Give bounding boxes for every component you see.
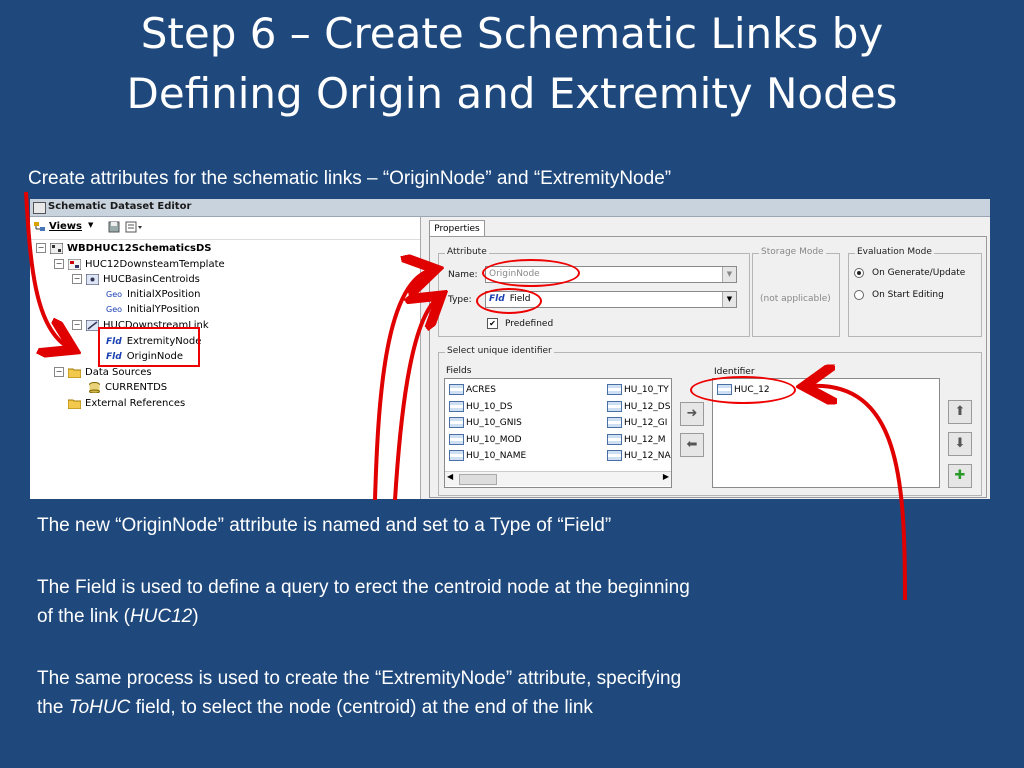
arrow-to-identifier — [808, 386, 907, 601]
paragraph-3-emphasis: ToHUC — [68, 697, 131, 718]
arrow-to-type-field — [393, 298, 438, 501]
paragraph-3-rest: field, to select the node (centroid) at … — [130, 697, 593, 718]
paragraph-2-line-2: of the link (HUC12) — [37, 602, 690, 631]
paragraph-2-line-1: The Field is used to define a query to e… — [37, 577, 690, 598]
paragraph-2: The Field is used to define a query to e… — [37, 573, 690, 631]
paragraph-2-close: ) — [192, 606, 199, 627]
paragraph-2-emphasis: HUC12 — [129, 606, 193, 627]
paragraph-3-line-2: the ToHUC field, to select the node (cen… — [37, 693, 681, 722]
arrow-to-name-field — [373, 270, 432, 501]
arrow-to-tree-nodes — [24, 191, 70, 348]
annotation-arrows — [24, 191, 907, 601]
paragraph-1: The new “OriginNode” attribute is named … — [37, 515, 612, 536]
paragraph-3: The same process is used to create the “… — [37, 664, 681, 722]
paragraph-3-text: the — [37, 697, 69, 718]
paragraph-2-text: of the link ( — [37, 606, 130, 627]
paragraph-3-line-1: The same process is used to create the “… — [37, 668, 682, 689]
